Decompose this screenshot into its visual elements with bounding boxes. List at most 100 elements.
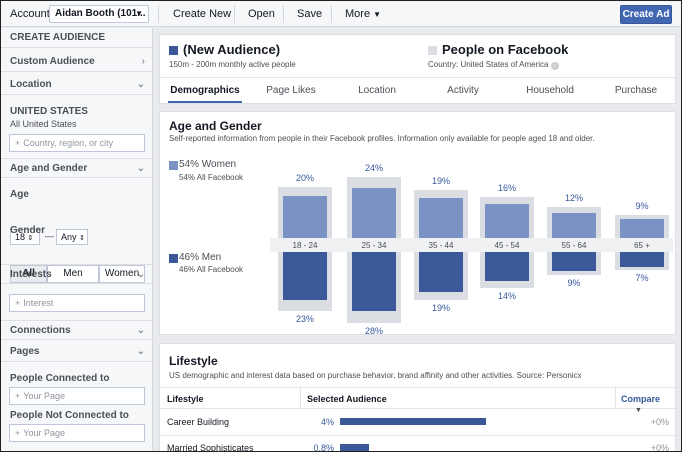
women-pct-label: 19% [431,175,450,186]
women-pct-label: 20% [295,173,314,183]
section-connections[interactable]: Connections ⌄ [1,320,153,340]
age-max-value: Any [61,232,77,242]
men-bar [352,252,396,311]
more-label: More [345,8,371,20]
tab-demographics[interactable]: Demographics [168,79,242,103]
women-bar [283,196,327,238]
divider [234,5,235,23]
connected-page-input[interactable]: + Your Page [9,387,145,405]
plus-icon: + [15,138,21,148]
men-pct-label: 23% [295,313,314,324]
age-gender-card: Age and Gender Self-reported information… [159,111,676,337]
tab-location[interactable]: Location [344,79,410,103]
age-bucket-label: 65 + [634,241,650,250]
more-menu-button[interactable]: More ▼ [345,1,381,27]
open-button[interactable]: Open [248,1,275,27]
lifestyle-name: Career Building [167,417,230,427]
divider [615,388,616,410]
people-not-connected-label: People Not Connected to [10,410,129,421]
men-pct-label: 28% [364,326,383,337]
section-label: Connections [10,325,71,336]
men-label: 46% Men [179,252,222,263]
section-label: Location [10,79,52,90]
main-panel: (New Audience) 150m - 200m monthly activ… [159,34,676,452]
create-ad-button[interactable]: Create Ad [620,5,672,24]
women-bar [620,219,664,238]
people-connected-label: People Connected to [10,373,110,384]
page-placeholder: Your Page [23,428,65,438]
not-connected-page-input[interactable]: + Your Page [9,424,145,442]
section-pages[interactable]: Pages ⌄ [1,342,153,362]
lifestyle-row[interactable]: Married Sophisticates 0.8% +0% [160,435,675,452]
section-label: Age and Gender [10,163,88,174]
account-value: Aidan Booth (101... [55,8,146,19]
lifestyle-row[interactable]: Career Building 4% +0% [160,410,675,434]
men-bar [552,252,596,271]
section-age-gender[interactable]: Age and Gender ⌄ [1,158,153,178]
lifestyle-title: Lifestyle [169,354,218,368]
audience-title: (New Audience) [183,42,281,57]
section-label: Interests [10,269,52,280]
audience-swatch [169,46,178,55]
chevron-down-icon: ⌄ [136,346,145,357]
section-interests[interactable]: Interests ⌄ [1,264,153,284]
plus-icon: + [15,428,21,438]
caret-down-icon: ▼ [373,10,382,19]
lifestyle-bar [340,418,486,425]
divider [283,5,284,23]
women-pct-label: 16% [497,183,516,194]
interest-input[interactable]: + Interest [9,294,145,312]
facebook-country: Country: United States of America i [428,60,559,70]
country-scope: All United States [10,119,77,129]
tab-household[interactable]: Household [517,79,583,103]
chevron-down-icon: ⌄ [136,325,145,336]
account-label: Account: [10,8,53,20]
gender-label: Gender [10,225,46,236]
age-max-select[interactable]: Any ⇕ [56,229,88,245]
plus-icon: + [15,298,21,308]
create-new-button[interactable]: Create New [173,1,231,27]
age-bucket-label: 45 - 54 [494,241,520,250]
men-bar [419,252,463,292]
section-label: Pages [10,346,40,357]
interest-placeholder: Interest [23,298,54,308]
section-location[interactable]: Location ⌄ [1,75,153,95]
women-bar [352,187,396,238]
lifestyle-table-header: Lifestyle Selected Audience Compare ▼ [160,387,675,414]
women-bar [485,204,529,238]
compare-label: Compare [621,394,661,404]
lifestyle-name: Married Sophisticates [167,443,254,452]
account-select[interactable]: Aidan Booth (101... ▼ [49,5,149,23]
tab-activity[interactable]: Activity [430,79,496,103]
age-dash: — [45,231,54,241]
men-bar [620,252,664,267]
country-name: UNITED STATES [10,106,88,117]
chevron-down-icon: ⌄ [136,79,145,90]
country-text: Country: United States of America [428,60,549,69]
lifestyle-description: US demographic and interest data based o… [169,371,582,380]
chevron-down-icon: ▼ [135,9,143,18]
section-custom-audience[interactable]: Custom Audience › [1,52,153,72]
age-bucket-label: 35 - 44 [428,241,454,250]
men-bar [283,252,327,301]
age-bucket-label: 18 - 24 [292,241,318,250]
men-pct-label: 14% [497,290,516,301]
women-sub: 54% All Facebook [179,173,244,182]
location-placeholder: Country, region, or city [23,138,114,148]
tab-purchase[interactable]: Purchase [603,79,669,103]
women-bar [419,198,463,238]
location-input[interactable]: + Country, region, or city [9,134,145,152]
men-pct-label: 7% [635,272,649,283]
lifestyle-compare: +0% [650,417,669,427]
women-swatch [169,161,178,170]
lifestyle-bar [340,444,370,451]
plus-icon: + [15,391,21,401]
info-icon[interactable]: i [550,62,559,70]
top-toolbar: Account: Aidan Booth (101... ▼ Create Ne… [1,1,681,27]
lifestyle-compare: +0% [650,443,669,452]
chevron-down-icon: ⌄ [136,163,145,174]
women-pct-label: 24% [364,162,383,173]
save-button[interactable]: Save [297,1,322,27]
divider [160,77,675,78]
tab-page-likes[interactable]: Page Likes [258,79,324,103]
